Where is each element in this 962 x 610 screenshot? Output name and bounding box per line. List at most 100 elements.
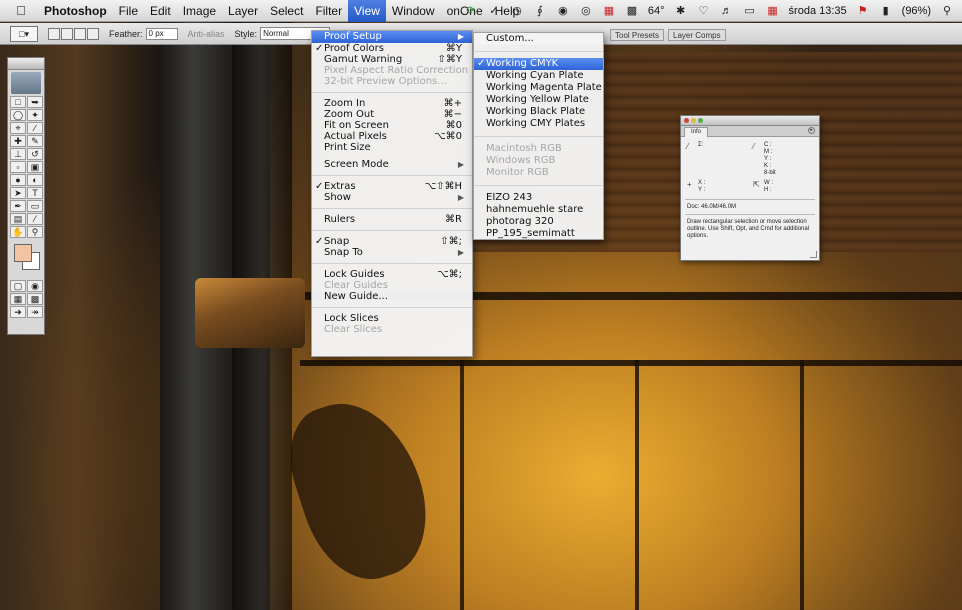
menu-item-hahnemuehle-stare[interactable]: hahnemuehle stare [474, 204, 603, 216]
add-selection-button[interactable] [61, 27, 73, 40]
path-select-icon[interactable]: ➤ [10, 187, 26, 199]
eyedropper-icon[interactable]: ⁄ [687, 142, 695, 177]
jump-icon[interactable]: ↠ [27, 306, 43, 318]
menu-filter[interactable]: Filter [309, 0, 348, 22]
brush-tool-icon[interactable]: ✎ [27, 135, 43, 147]
battery-percent[interactable]: (96%) [902, 5, 931, 17]
notes-tool-icon[interactable]: ▤ [10, 213, 26, 225]
move-tool-icon[interactable]: ➥ [27, 96, 43, 108]
info-panel-titlebar[interactable] [681, 116, 819, 126]
feather-input[interactable]: 0 px [145, 27, 178, 40]
tools-palette-titlebar[interactable] [8, 58, 44, 70]
network-meter-icon[interactable]: ▩ [625, 5, 639, 17]
eyedropper-icon[interactable]: ⁄ [753, 142, 761, 177]
menu-item-fit-on-screen[interactable]: Fit on Screen ⌘0 [312, 120, 472, 131]
healing-brush-icon[interactable]: ✚ [10, 135, 26, 147]
sync-icon[interactable]: ⟳ [464, 5, 478, 17]
circle-icon[interactable]: ◉ [556, 5, 570, 17]
foreground-color-swatch[interactable] [14, 244, 32, 262]
menu-item-snap-to[interactable]: Snap To ▶ [312, 247, 472, 258]
cpu-meter-icon[interactable]: ▦ [602, 5, 616, 17]
app-menu[interactable]: Photoshop [38, 0, 113, 22]
check-icon[interactable]: ✓ [487, 5, 501, 17]
timemachine-icon[interactable]: ◷ [510, 5, 524, 17]
wifi-icon[interactable]: ♡ [697, 5, 711, 17]
menu-item-working-cyan-plate[interactable]: Working Cyan Plate [474, 70, 603, 82]
spotlight-search-icon[interactable]: ⚲ [940, 5, 954, 17]
marquee-tool-icon[interactable]: □ [10, 96, 26, 108]
zoom-tool-icon[interactable]: ⚲ [27, 226, 43, 238]
magic-wand-icon[interactable]: ✦ [27, 109, 43, 121]
gradient-tool-icon[interactable]: ▣ [27, 161, 43, 173]
menu-file[interactable]: File [113, 0, 144, 22]
menu-item-pp-195-semimatt[interactable]: PP_195_semimatt [474, 228, 603, 240]
quick-mask-icon[interactable]: ◉ [27, 280, 43, 292]
intersect-selection-button[interactable] [87, 27, 99, 40]
menu-window[interactable]: Window [386, 0, 441, 22]
temperature-readout[interactable]: 64° [648, 5, 665, 17]
menu-item-proof-colors[interactable]: ✓ Proof Colors ⌘Y [312, 43, 472, 54]
blur-tool-icon[interactable]: ● [10, 174, 26, 186]
standard-mode-icon[interactable]: ▢ [10, 280, 26, 292]
panel-menu-icon[interactable]: ▸ [808, 127, 815, 134]
photoshop-logo[interactable] [11, 72, 41, 94]
dodge-tool-icon[interactable]: ◐ [27, 174, 43, 186]
menu-item-photorag-320[interactable]: photorag 320 [474, 216, 603, 228]
clone-stamp-icon[interactable]: ⊥ [10, 148, 26, 160]
apple-icon[interactable]:  [10, 3, 32, 18]
tab-info[interactable]: Info [684, 127, 709, 137]
resize-grip-icon[interactable] [810, 251, 817, 258]
menu-item-print-size[interactable]: Print Size [312, 142, 472, 153]
clock[interactable]: środa 13:35 [789, 5, 847, 17]
subtract-selection-button[interactable] [74, 27, 86, 40]
menu-item-lock-slices[interactable]: Lock Slices [312, 313, 472, 324]
menu-item-working-cmyk[interactable]: ✓ Working CMYK [474, 58, 603, 70]
new-selection-button[interactable] [48, 27, 60, 40]
menu-layer[interactable]: Layer [222, 0, 264, 22]
display-icon[interactable]: ▭ [743, 5, 757, 17]
menu-item-screen-mode[interactable]: Screen Mode ▶ [312, 159, 472, 170]
tool-preset-picker[interactable]: □▾ [10, 25, 38, 42]
zoom-icon[interactable] [698, 118, 703, 123]
eraser-tool-icon[interactable]: ▫ [10, 161, 26, 173]
pen-tool-icon[interactable]: ✒ [10, 200, 26, 212]
menu-item-lock-guides[interactable]: Lock Guides ⌥⌘; [312, 269, 472, 280]
close-icon[interactable] [684, 118, 689, 123]
battery-icon[interactable]: ▮ [879, 5, 893, 17]
menu-item-working-cmy-plates[interactable]: Working CMY Plates [474, 118, 603, 130]
menu-item-gamut-warning[interactable]: Gamut Warning ⇧⌘Y [312, 54, 472, 65]
bluetooth-icon[interactable]: ✱ [674, 5, 688, 17]
menu-item-working-black-plate[interactable]: Working Black Plate [474, 106, 603, 118]
menu-item-actual-pixels[interactable]: Actual Pixels ⌥⌘0 [312, 131, 472, 142]
menu-item-show[interactable]: Show ▶ [312, 192, 472, 203]
menu-view[interactable]: View [348, 0, 386, 22]
history-brush-icon[interactable]: ↺ [27, 148, 43, 160]
script-icon[interactable]: ∮ [533, 5, 547, 17]
menu-select[interactable]: Select [264, 0, 309, 22]
menu-image[interactable]: Image [177, 0, 222, 22]
antialias-checkbox[interactable]: Anti-alias [188, 29, 225, 39]
menu-item-proof-setup[interactable]: Proof Setup ▶ [312, 31, 472, 43]
imageready-icon[interactable]: ➜ [10, 306, 26, 318]
menu-item-eizo-243[interactable]: EIZO 243 [474, 192, 603, 204]
hand-tool-icon[interactable]: ✋ [10, 226, 26, 238]
lasso-tool-icon[interactable]: ◯ [10, 109, 26, 121]
menu-item-working-magenta-plate[interactable]: Working Magenta Plate [474, 82, 603, 94]
minimize-icon[interactable] [691, 118, 696, 123]
activity-icon[interactable]: ◎ [579, 5, 593, 17]
tab-layer-comps[interactable]: Layer Comps [668, 29, 726, 41]
menu-item-custom[interactable]: Custom... [474, 33, 603, 45]
menu-item-extras[interactable]: ✓ Extras ⌥⇧⌘H [312, 181, 472, 192]
tab-tool-presets[interactable]: Tool Presets [610, 29, 665, 41]
slice-tool-icon[interactable]: ∕ [27, 122, 43, 134]
screen-mode-icon[interactable]: ▦ [10, 293, 26, 305]
menu-item-snap[interactable]: ✓ Snap ⇧⌘; [312, 236, 472, 247]
crop-tool-icon[interactable]: ⌖ [10, 122, 26, 134]
eyedropper-icon[interactable]: ⁄ [27, 213, 43, 225]
menu-item-new-guide[interactable]: New Guide... [312, 291, 472, 302]
type-tool-icon[interactable]: T [27, 187, 43, 199]
volume-icon[interactable]: ♬ [720, 5, 734, 17]
full-screen-icon[interactable]: ▩ [27, 293, 43, 305]
menu-edit[interactable]: Edit [144, 0, 177, 22]
menu-item-zoom-in[interactable]: Zoom In ⌘+ [312, 98, 472, 109]
